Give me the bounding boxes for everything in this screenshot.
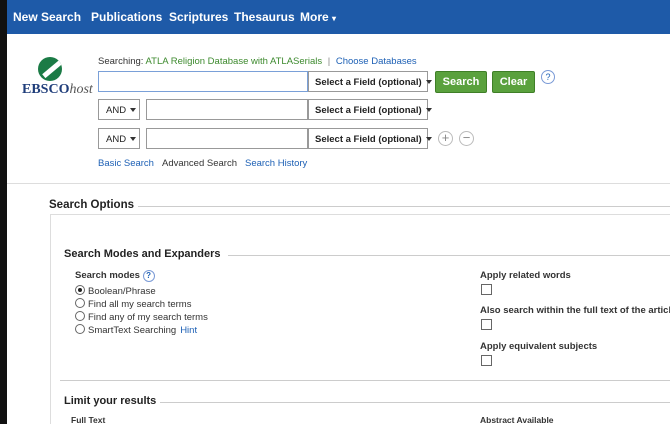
boolean-select-3[interactable]: AND: [98, 128, 140, 149]
mode-find-all[interactable]: Find all my search terms: [75, 298, 191, 310]
divider: [60, 380, 670, 381]
expander-related-words-label: Apply related words: [480, 270, 571, 281]
divider: [160, 402, 670, 403]
field-select-3-label: Select a Field (optional): [315, 134, 422, 145]
remove-row-icon[interactable]: −: [459, 131, 474, 146]
nav-more-label: More: [300, 10, 329, 24]
boolean-select-2[interactable]: AND: [98, 99, 140, 120]
top-navigation-bar: New Search Publications Scriptures Thesa…: [0, 0, 670, 34]
field-select-2-label: Select a Field (optional): [315, 105, 422, 116]
chevron-down-icon: [425, 80, 432, 85]
chevron-down-icon: ▾: [332, 14, 337, 23]
help-icon[interactable]: ?: [142, 270, 155, 282]
related-words-checkbox[interactable]: [481, 284, 492, 295]
search-input-1[interactable]: [98, 71, 308, 92]
clear-button[interactable]: Clear: [492, 71, 535, 93]
choose-databases-link[interactable]: Choose Databases: [336, 56, 417, 67]
advanced-search-current: Advanced Search: [161, 158, 237, 169]
search-modes-label: Search modes ?: [75, 270, 155, 282]
full-text-limiter-label: Full Text: [71, 415, 106, 424]
database-name: ATLA Religion Database with ATLASerials: [145, 56, 323, 67]
basic-search-link[interactable]: Basic Search: [98, 158, 154, 169]
nav-thesaurus[interactable]: Thesaurus: [234, 10, 295, 24]
mode-label: SmartText Searching: [88, 325, 177, 336]
help-icon[interactable]: ?: [541, 70, 555, 84]
window-frame-edge: [0, 0, 7, 424]
abstract-available-label: Abstract Available: [480, 415, 554, 424]
divider: [138, 206, 670, 207]
search-input-3[interactable]: [146, 128, 308, 149]
mode-boolean-phrase[interactable]: Boolean/Phrase: [75, 285, 156, 297]
logo-text: EBSCOhost: [22, 82, 93, 97]
mode-label: Find all my search terms: [88, 299, 192, 310]
ebsco-logo-icon: [38, 57, 62, 81]
search-input-2[interactable]: [146, 99, 308, 120]
field-select-3[interactable]: Select a Field (optional): [308, 128, 432, 149]
boolean-select-2-label: AND: [106, 105, 127, 116]
nav-more[interactable]: More ▾: [300, 10, 336, 24]
field-select-1-label: Select a Field (optional): [315, 77, 422, 88]
hint-link[interactable]: Hint: [180, 325, 197, 336]
limit-results-section-title: Limit your results: [64, 395, 157, 407]
chevron-down-icon: [425, 108, 432, 113]
searching-prefix: Searching:: [98, 56, 144, 67]
field-select-1[interactable]: Select a Field (optional): [308, 71, 432, 92]
mode-label: Boolean/Phrase: [88, 286, 156, 297]
full-text-search-checkbox[interactable]: [481, 319, 492, 330]
nav-scriptures[interactable]: Scriptures: [169, 10, 228, 24]
radio-icon: [75, 311, 85, 321]
boolean-select-3-label: AND: [106, 134, 127, 145]
divider: [228, 255, 670, 256]
field-select-2[interactable]: Select a Field (optional): [308, 99, 432, 120]
mode-label: Find any of my search terms: [88, 312, 208, 323]
nav-publications[interactable]: Publications: [91, 10, 162, 24]
expander-full-text-label: Also search within the full text of the …: [480, 305, 670, 316]
chevron-down-icon: [425, 137, 432, 142]
nav-new-search[interactable]: New Search: [13, 10, 81, 24]
chevron-down-icon: [130, 108, 137, 113]
equivalent-subjects-checkbox[interactable]: [481, 355, 492, 366]
radio-icon: [75, 324, 85, 334]
search-type-links: Basic Search Advanced Search Search Histor…: [98, 158, 307, 169]
chevron-down-icon: [130, 137, 137, 142]
expander-equivalent-subjects-label: Apply equivalent subjects: [480, 341, 598, 352]
search-history-link[interactable]: Search History: [245, 158, 307, 169]
radio-selected-icon: [75, 285, 85, 295]
searching-line: Searching: ATLA Religion Database with A…: [98, 56, 417, 67]
mode-find-any[interactable]: Find any of my search terms: [75, 311, 208, 323]
mode-smarttext[interactable]: SmartText Searching Hint: [75, 324, 197, 336]
search-button[interactable]: Search: [435, 71, 487, 93]
search-modes-section-title: Search Modes and Expanders: [64, 248, 221, 260]
separator: |: [327, 56, 331, 67]
add-row-icon[interactable]: +: [438, 131, 453, 146]
radio-icon: [75, 298, 85, 308]
search-options-title: Search Options: [49, 199, 134, 211]
